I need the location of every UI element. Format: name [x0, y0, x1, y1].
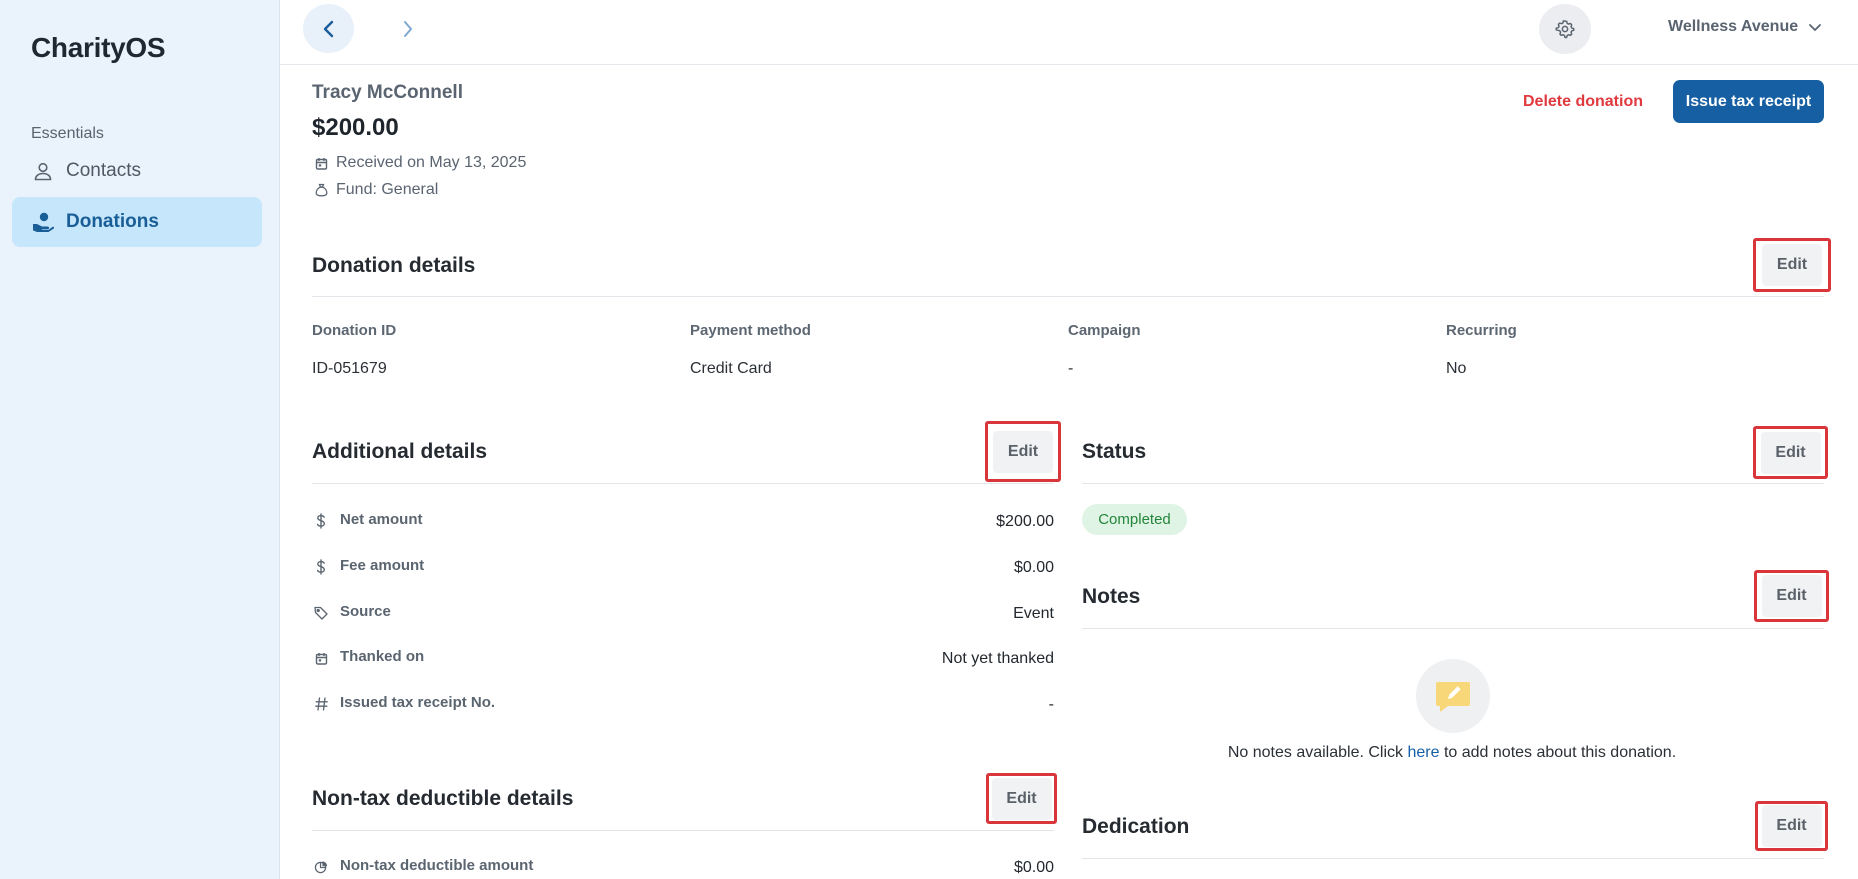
source-value: Event [1013, 605, 1054, 622]
non-tax-deductible-title: Non-tax deductible details [312, 787, 574, 810]
sidebar-item-label: Contacts [66, 160, 141, 181]
chevron-right-icon [403, 20, 412, 37]
donation-id-label: Donation ID [312, 322, 397, 339]
tag-icon [314, 605, 328, 621]
edit-non-tax-deductible-button[interactable]: Edit [991, 777, 1052, 820]
calendar-icon [314, 650, 328, 666]
tax-receipt-no-label: Issued tax receipt No. [340, 694, 496, 711]
issue-tax-receipt-button[interactable]: Issue tax receipt [1673, 80, 1824, 123]
sidebar-section-label: Essentials [31, 125, 104, 142]
divider [1082, 628, 1824, 629]
organization-name: Wellness Avenue [1668, 18, 1799, 35]
note-edit-icon [1436, 682, 1470, 712]
settings-button[interactable] [1539, 4, 1591, 54]
additional-details-title: Additional details [312, 440, 488, 463]
chevron-left-icon [323, 20, 333, 37]
received-date: Received on May 13, 2025 [314, 154, 526, 172]
forward-button[interactable] [382, 4, 433, 53]
notes-title: Notes [1082, 585, 1141, 608]
divider [312, 483, 1054, 484]
recurring-value: No [1446, 360, 1467, 377]
sidebar-item-donations[interactable]: Donations [12, 197, 262, 247]
net-amount-label: Net amount [340, 511, 423, 528]
payment-method-label: Payment method [690, 322, 811, 339]
sidebar-item-contacts[interactable]: Contacts [12, 146, 262, 196]
edit-status-button[interactable]: Edit [1760, 431, 1821, 474]
list-item: Thanked on Not yet thanked [314, 648, 1054, 672]
tax-receipt-no-value: - [1048, 696, 1054, 713]
donation-id-value: ID-051679 [312, 360, 387, 377]
chevron-down-icon [1809, 23, 1822, 31]
highlight-box: Edit [1753, 426, 1828, 479]
non-tax-deductible-amount-value: $0.00 [1013, 859, 1054, 876]
fund: Fund: General [314, 181, 438, 199]
thanked-on-value: Not yet thanked [941, 650, 1054, 667]
hand-heart-icon [32, 211, 54, 233]
notes-empty-message: No notes available. Click here to add no… [1082, 744, 1822, 762]
list-item: Source Event [314, 603, 1054, 627]
add-notes-link[interactable]: here [1407, 744, 1439, 761]
list-item: Net amount $200.00 [314, 511, 1054, 535]
payment-method-value: Credit Card [690, 360, 772, 377]
fund-text: Fund: General [336, 181, 439, 198]
sidebar: CharityOS Essentials Contacts Donations [0, 0, 280, 879]
gear-icon [1555, 20, 1575, 39]
organization-switcher[interactable]: Wellness Avenue [1668, 18, 1822, 36]
edit-dedication-button[interactable]: Edit [1761, 805, 1822, 847]
non-tax-deductible-amount-label: Non-tax deductible amount [340, 857, 534, 874]
list-item: Fee amount $0.00 [314, 557, 1054, 581]
divider [1082, 483, 1824, 484]
fee-amount-value: $0.00 [1013, 559, 1054, 576]
top-bar: Wellness Avenue [280, 0, 1858, 65]
status-badge: Completed [1082, 504, 1187, 535]
calendar-icon [314, 156, 328, 170]
notes-empty-prefix: No notes available. Click [1227, 744, 1408, 761]
donor-name[interactable]: Tracy McConnell [312, 82, 463, 104]
net-amount-value: $200.00 [996, 513, 1054, 530]
dollar-icon [314, 559, 328, 575]
recurring-label: Recurring [1446, 322, 1517, 339]
pie-chart-icon [314, 859, 328, 875]
received-text: Received on May 13, 2025 [336, 154, 527, 171]
notes-empty-suffix: to add notes about this donation. [1439, 744, 1677, 761]
back-button[interactable] [303, 4, 354, 53]
divider [312, 296, 1824, 297]
divider [1082, 858, 1824, 859]
edit-additional-details-button[interactable]: Edit [993, 430, 1053, 473]
list-item: Issued tax receipt No. - [314, 694, 1054, 718]
highlight-box: Edit [1753, 238, 1831, 292]
edit-notes-button[interactable]: Edit [1761, 575, 1822, 617]
notes-empty-icon-container [1416, 659, 1490, 733]
fee-amount-label: Fee amount [340, 557, 425, 574]
highlight-box: Edit [985, 421, 1061, 482]
campaign-label: Campaign [1068, 322, 1141, 339]
delete-donation-button[interactable]: Delete donation [1513, 82, 1653, 122]
dollar-icon [314, 513, 328, 529]
brand-logo[interactable]: CharityOS [31, 32, 166, 64]
dedication-title: Dedication [1082, 815, 1190, 838]
hash-icon [314, 696, 328, 712]
person-icon [32, 160, 54, 182]
edit-donation-details-button[interactable]: Edit [1762, 244, 1822, 286]
highlight-box: Edit [1755, 801, 1828, 851]
campaign-value: - [1068, 360, 1074, 377]
thanked-on-label: Thanked on [340, 648, 425, 665]
donation-amount: $200.00 [312, 114, 399, 141]
divider [312, 830, 1054, 831]
source-label: Source [340, 603, 391, 620]
highlight-box: Edit [986, 773, 1057, 824]
donation-details-title: Donation details [312, 254, 476, 277]
highlight-box: Edit [1754, 570, 1829, 622]
status-title: Status [1082, 440, 1147, 463]
sidebar-item-label: Donations [66, 211, 159, 232]
money-bag-icon [314, 183, 328, 197]
list-item: Non-tax deductible amount $0.00 [314, 857, 1054, 879]
